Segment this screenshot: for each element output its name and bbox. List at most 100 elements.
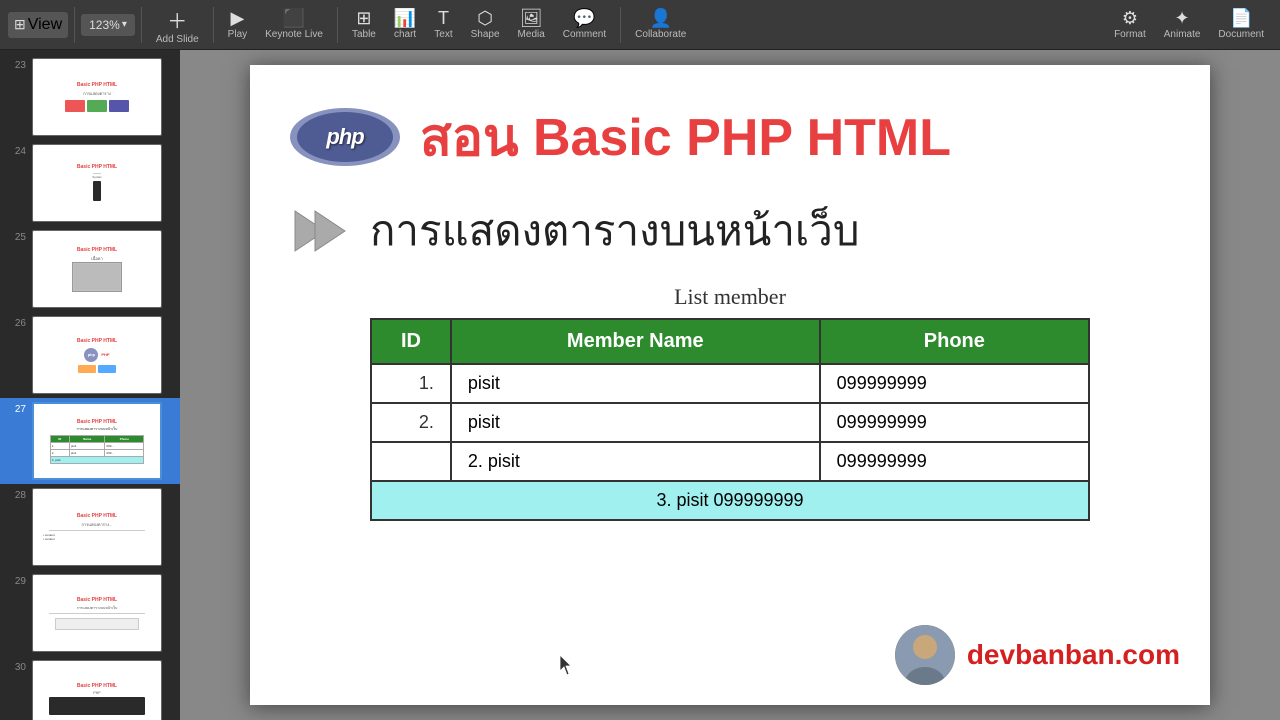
add-slide-label: Add Slide <box>156 34 199 45</box>
slide-thumb-29: Basic PHP HTML การแสดงตารางบนหน้าเว็บ <box>32 574 162 652</box>
toolbar: ⊞ View 123% ▾ ＋ Add Slide ▶ Play ⬛ Keyno… <box>0 0 1280 50</box>
play-button[interactable]: ▶ Play <box>220 5 255 44</box>
php-logo-text: php <box>326 124 363 150</box>
slide-item-25[interactable]: 25 Basic PHP HTML เนื้อหา <box>0 226 180 312</box>
slide-number-26: 26 <box>8 316 26 329</box>
slide-header: php สอน Basic PHP HTML <box>290 95 1170 178</box>
text-icon: T <box>438 9 449 27</box>
php-logo: php <box>290 108 400 166</box>
collaborate-label: Collaborate <box>635 29 686 40</box>
play-icon: ▶ <box>230 9 244 27</box>
text-label: Text <box>434 29 452 40</box>
format-label: Format <box>1114 29 1146 40</box>
collaborate-icon: 👤 <box>650 9 672 27</box>
zoom-value: 123% <box>89 18 120 32</box>
view-icon: ⊞ <box>14 16 26 33</box>
cell-phone-3: 099999999 <box>820 442 1089 481</box>
cell-name-3: 2. pisit <box>451 442 820 481</box>
document-label: Document <box>1218 29 1264 40</box>
cell-cyan-full: 3. pisit 099999999 <box>371 481 1089 520</box>
data-table: ID Member Name Phone 1. pisit 099999999 … <box>370 318 1090 521</box>
slide-number-28: 28 <box>8 488 26 501</box>
zoom-button[interactable]: 123% ▾ <box>81 14 135 36</box>
media-button[interactable]: 🖼 Media <box>510 5 553 44</box>
col-header-name: Member Name <box>451 319 820 364</box>
slide-number-30: 30 <box>8 660 26 673</box>
main-area: 23 Basic PHP HTML การแสดงตาราง 24 Basic … <box>0 50 1280 720</box>
document-button[interactable]: 📄 Document <box>1210 5 1272 44</box>
add-slide-button[interactable]: ＋ Add Slide <box>148 1 207 49</box>
table-row: 2. pisit 099999999 <box>371 442 1089 481</box>
chart-label: chart <box>394 29 416 40</box>
table-row: 2. pisit 099999999 <box>371 403 1089 442</box>
chart-button[interactable]: 📊 chart <box>386 5 424 44</box>
chart-icon: 📊 <box>394 9 416 27</box>
animate-label: Animate <box>1164 29 1201 40</box>
slide-subtitle-text: การแสดงตารางบนหน้าเว็บ <box>370 198 860 264</box>
slide-number-27: 27 <box>8 402 26 415</box>
shape-label: Shape <box>471 29 500 40</box>
avatar <box>895 625 955 685</box>
keynote-live-icon: ⬛ <box>283 9 305 27</box>
table-row-cyan: 3. pisit 099999999 <box>371 481 1089 520</box>
media-icon: 🖼 <box>520 9 543 27</box>
cell-phone-2: 099999999 <box>820 403 1089 442</box>
table-label: Table <box>352 29 376 40</box>
table-button[interactable]: ⊞ Table <box>344 5 384 44</box>
slide-item-28[interactable]: 28 Basic PHP HTML การแสดงตาราง... • cont… <box>0 484 180 570</box>
play-label: Play <box>228 29 247 40</box>
col-header-phone: Phone <box>820 319 1089 364</box>
slide-number-25: 25 <box>8 230 26 243</box>
separator-2 <box>141 7 142 43</box>
zoom-chevron-icon: ▾ <box>122 19 127 30</box>
animate-button[interactable]: ✦ Animate <box>1156 5 1209 44</box>
slide-item-26[interactable]: 26 Basic PHP HTML php PHP <box>0 312 180 398</box>
avatar-image <box>895 625 955 685</box>
slide-number-23: 23 <box>8 58 26 71</box>
comment-button[interactable]: 💬 Comment <box>555 5 614 44</box>
slide-canvas: php สอน Basic PHP HTML การแสดงตารางบนหน้… <box>250 65 1210 705</box>
slide-thumb-23: Basic PHP HTML การแสดงตาราง <box>32 58 162 136</box>
table-header-row: ID Member Name Phone <box>371 319 1089 364</box>
slide-item-24[interactable]: 24 Basic PHP HTML Syntax <box>0 140 180 226</box>
slide-number-29: 29 <box>8 574 26 587</box>
cell-name-2: pisit <box>451 403 820 442</box>
cell-id-3 <box>371 442 451 481</box>
slide-item-29[interactable]: 29 Basic PHP HTML การแสดงตารางบนหน้าเว็บ <box>0 570 180 656</box>
slide-thumb-28: Basic PHP HTML การแสดงตาราง... • content… <box>32 488 162 566</box>
shape-icon: ⬡ <box>477 9 493 27</box>
add-icon: ＋ <box>167 5 187 34</box>
keynote-live-label: Keynote Live <box>265 29 323 40</box>
document-icon: 📄 <box>1230 9 1252 27</box>
table-icon: ⊞ <box>356 9 371 27</box>
view-label: View <box>28 16 62 34</box>
php-logo-inner: php <box>297 112 393 162</box>
collaborate-button[interactable]: 👤 Collaborate <box>627 5 694 44</box>
cell-id-2: 2. <box>371 403 451 442</box>
separator-5 <box>620 7 621 43</box>
slide-number-24: 24 <box>8 144 26 157</box>
separator-3 <box>213 7 214 43</box>
play-arrow-container <box>290 201 350 261</box>
watermark-text: devbanban.com <box>967 639 1180 671</box>
slide-item-27[interactable]: 27 Basic PHP HTML การแสดงตารางบนหน้าเว็บ… <box>0 398 180 484</box>
keynote-live-button[interactable]: ⬛ Keynote Live <box>257 5 331 44</box>
separator-1 <box>74 7 75 43</box>
view-button[interactable]: ⊞ View <box>8 12 68 38</box>
format-button[interactable]: ⚙ Format <box>1106 5 1154 44</box>
cell-phone-1: 099999999 <box>820 364 1089 403</box>
cursor <box>560 655 574 675</box>
table-caption: List member <box>674 284 786 310</box>
media-label: Media <box>518 29 545 40</box>
cell-id-1: 1. <box>371 364 451 403</box>
animate-icon: ✦ <box>1175 9 1190 27</box>
shape-button[interactable]: ⬡ Shape <box>463 5 508 44</box>
canvas-area: php สอน Basic PHP HTML การแสดงตารางบนหน้… <box>180 50 1280 720</box>
slide-thumb-30: Basic PHP HTML PHP <box>32 660 162 720</box>
text-button[interactable]: T Text <box>426 5 460 44</box>
slide-thumb-26: Basic PHP HTML php PHP <box>32 316 162 394</box>
slide-item-23[interactable]: 23 Basic PHP HTML การแสดงตาราง <box>0 54 180 140</box>
cell-name-1: pisit <box>451 364 820 403</box>
watermark: devbanban.com <box>895 625 1180 685</box>
slide-item-30[interactable]: 30 Basic PHP HTML PHP <box>0 656 180 720</box>
